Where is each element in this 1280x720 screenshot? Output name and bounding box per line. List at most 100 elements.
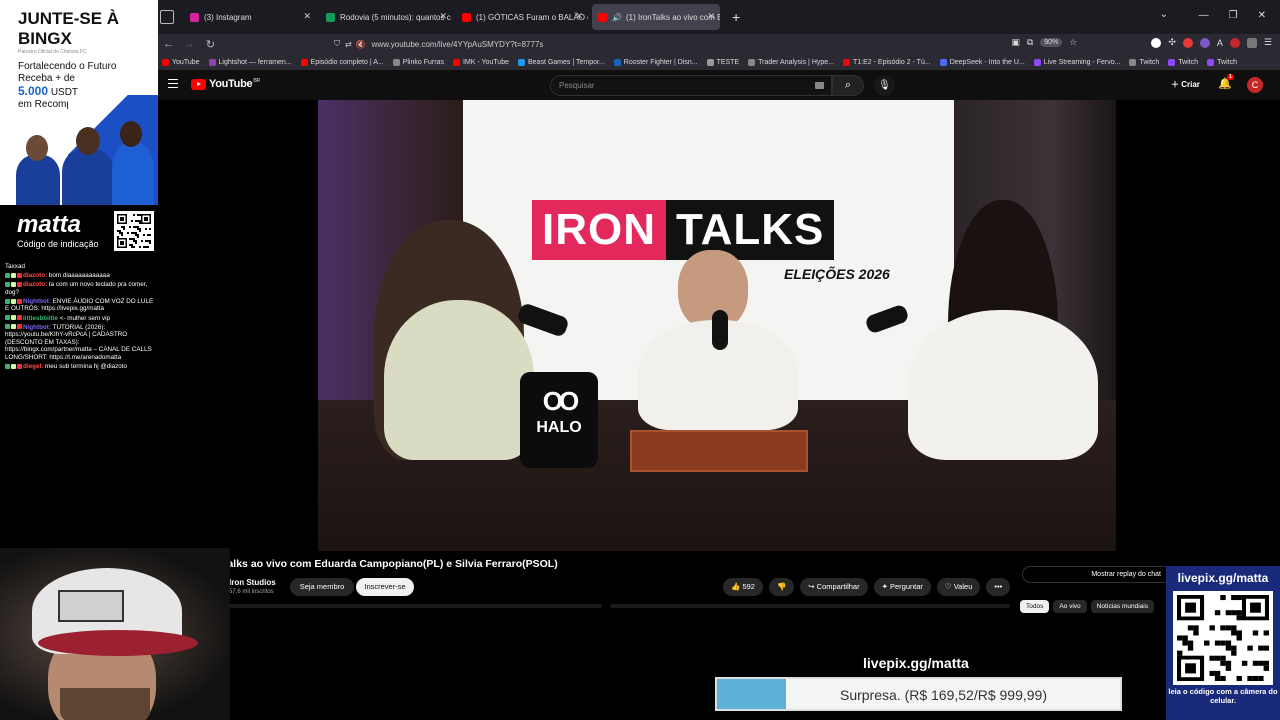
close-icon[interactable]: ✕ — [303, 11, 311, 22]
bookmark-item[interactable]: Trader Analysis | Hype... — [748, 58, 834, 66]
back-icon[interactable]: ← — [158, 38, 179, 50]
donation-goal-bar: Surpresa. (R$ 169,52/R$ 999,99) — [715, 677, 1122, 711]
close-icon[interactable]: ✕ — [575, 11, 583, 22]
extensions-puzzle-icon[interactable]: ✣ — [1168, 37, 1176, 48]
extension-icon[interactable] — [1199, 37, 1210, 48]
new-tab-icon[interactable]: + — [732, 9, 740, 25]
bookmark-item[interactable]: IMK - YouTube — [452, 58, 509, 66]
chat-username: Nightbot: — [23, 297, 51, 305]
address-bar[interactable]: ⛉ ⇄ 🔇 www.youtube.com/live/4YYpAuSMYDY?t… — [334, 34, 543, 54]
channel-name[interactable]: Iron Studios — [229, 578, 276, 587]
zoom-badge[interactable]: 90% — [1040, 38, 1063, 47]
close-icon[interactable]: ✕ — [439, 11, 447, 22]
region-code: BR — [253, 78, 260, 84]
bookmark-item[interactable]: Twitch — [1207, 58, 1237, 66]
bookmark-item[interactable]: Beast Games | Tempor... — [517, 58, 605, 66]
chat-badge-icon — [17, 324, 22, 330]
thanks-label: Valeu — [953, 582, 973, 591]
chip-world-news[interactable]: Notícias mundiais — [1090, 600, 1154, 613]
bookmark-item[interactable]: YouTube — [162, 58, 200, 66]
bookmark-item[interactable]: DeepSeek - Into the U... — [939, 58, 1025, 66]
bookmark-item[interactable]: Rooster Fighter | Disn... — [613, 58, 698, 66]
like-button[interactable]: 👍 592 — [723, 578, 763, 596]
tab-label: (3) Instagram — [204, 12, 252, 22]
search-button[interactable]: ⌕ — [832, 75, 864, 96]
bookmark-label: Episódio completo | A... — [310, 58, 384, 66]
share-icon: ↪ — [808, 582, 817, 591]
video-player[interactable]: IRON TALKS ELEIÇÕES 2026 OO HALO — [318, 100, 1116, 551]
close-icon[interactable]: ✕ — [707, 11, 715, 22]
pip-icon[interactable]: ⧉ — [1027, 37, 1033, 48]
bookmark-label: T1:E2 - Episódio 2 - Tú... — [853, 58, 931, 66]
chat-message: diegel: meu sub termina hj @diazoto — [5, 363, 154, 371]
adblock-icon[interactable] — [1229, 37, 1240, 48]
reload-icon[interactable]: ↻ — [200, 38, 221, 51]
sidebar-toggle-icon[interactable] — [160, 10, 174, 24]
chat-badge-icon — [17, 315, 22, 321]
chat-username: Nightbot: — [23, 323, 51, 331]
create-button[interactable]: ＋ Criar — [1171, 79, 1200, 90]
chip-all[interactable]: Todos — [1020, 600, 1050, 613]
bookmark-item[interactable]: Twitch — [1129, 58, 1159, 66]
bookmark-item[interactable]: Plinko Furras — [392, 58, 444, 66]
bookmark-favicon-icon — [706, 58, 714, 66]
restore-icon[interactable]: ❐ — [1229, 10, 1238, 21]
minimize-icon[interactable]: — — [1199, 10, 1209, 21]
share-button[interactable]: ↪ Compartilhar — [800, 578, 868, 596]
bookmark-item[interactable]: TESTE — [706, 58, 739, 66]
chat-badge-icon — [5, 363, 10, 369]
wooden-box — [630, 430, 808, 472]
tab-irontalks[interactable]: 🔊 (1) IronTalks ao vivo com E ✕ — [592, 4, 720, 30]
bookmark-item[interactable]: Episódio completo | A... — [300, 58, 384, 66]
sparkle-icon: ✦ — [881, 582, 890, 591]
chat-badge-icon — [17, 298, 22, 304]
chat-badge-icon — [11, 363, 16, 369]
bookmark-item[interactable]: Twitch — [1168, 58, 1198, 66]
bookmark-label: DeepSeek - Into the U... — [949, 58, 1025, 66]
site-info-icon[interactable]: ⇄ — [345, 40, 352, 49]
more-actions-button[interactable]: ••• — [986, 578, 1011, 596]
bookmark-item[interactable]: Lightshot — ferramen... — [208, 58, 292, 66]
window-close-icon[interactable]: ✕ — [1258, 10, 1266, 21]
bookmark-favicon-icon — [1033, 58, 1041, 66]
youtube-logo[interactable]: YouTube BR — [191, 78, 260, 90]
speaker-icon[interactable]: 🔊 — [612, 13, 622, 22]
mic-button[interactable]: 🎙 — [874, 75, 895, 96]
show-chat-replay-button[interactable]: Mostrar replay do chat — [1022, 566, 1172, 583]
thanks-button[interactable]: ♡ Valeu — [936, 578, 981, 596]
ask-button[interactable]: ✦ Perguntar — [873, 578, 931, 596]
notifications-button[interactable]: 🔔 1 — [1218, 74, 1234, 90]
search-input[interactable]: Pesquisar — [550, 75, 832, 96]
chat-badge-icon — [11, 282, 16, 288]
bookmark-item[interactable]: T1:E2 - Episódio 2 - Tú... — [843, 58, 931, 66]
dislike-button[interactable]: 👎 — [768, 578, 795, 596]
reader-icon[interactable]: ▣ — [1011, 37, 1020, 48]
bookmark-favicon-icon — [1168, 58, 1176, 66]
tab-instagram[interactable]: (3) Instagram ✕ — [184, 4, 316, 30]
tab-list-chevron-icon[interactable]: ⌄ — [1160, 9, 1168, 20]
chat-username: diazoto: — [23, 272, 48, 280]
video-title: IronTalks ao vivo com Eduarda Campopiano… — [202, 558, 558, 570]
join-button[interactable]: Seja membro — [290, 578, 354, 596]
avatar[interactable]: C — [1247, 77, 1263, 93]
mute-icon[interactable]: 🔇 — [356, 40, 366, 49]
bookmark-star-icon[interactable]: ☆ — [1069, 37, 1077, 48]
extension-icon[interactable] — [1151, 37, 1162, 48]
search-placeholder: Pesquisar — [559, 81, 595, 90]
brand-talks: TALKS — [666, 200, 835, 260]
chip-live[interactable]: Ao vivo — [1053, 600, 1087, 613]
chat-badge-icon — [17, 363, 22, 369]
forward-icon[interactable]: → — [179, 38, 200, 50]
tab-goticas[interactable]: (1) GÓTICAS Furam o BALÃO e ✕ — [456, 4, 588, 30]
subscribe-button[interactable]: Inscrever-se — [356, 578, 414, 596]
hamburger-menu-icon[interactable] — [168, 79, 178, 88]
bookmark-item[interactable]: Live Streaming - Fervo... — [1033, 58, 1120, 66]
tab-rodovia[interactable]: Rodovia (5 minutos): quantos c ✕ — [320, 4, 452, 30]
translate-icon[interactable]: A — [1217, 38, 1223, 48]
extension-off-icon[interactable] — [1246, 37, 1257, 48]
nav-bar: ← → ↻ ⛉ ⇄ 🔇 www.youtube.com/live/4YYpAuS… — [158, 34, 1280, 54]
menu-icon[interactable]: ☰ — [1264, 37, 1272, 48]
keyboard-icon[interactable] — [815, 82, 824, 89]
extension-badge-icon[interactable] — [1182, 37, 1193, 48]
related-chips: Todos Ao vivo Notícias mundiais — [1020, 600, 1154, 613]
